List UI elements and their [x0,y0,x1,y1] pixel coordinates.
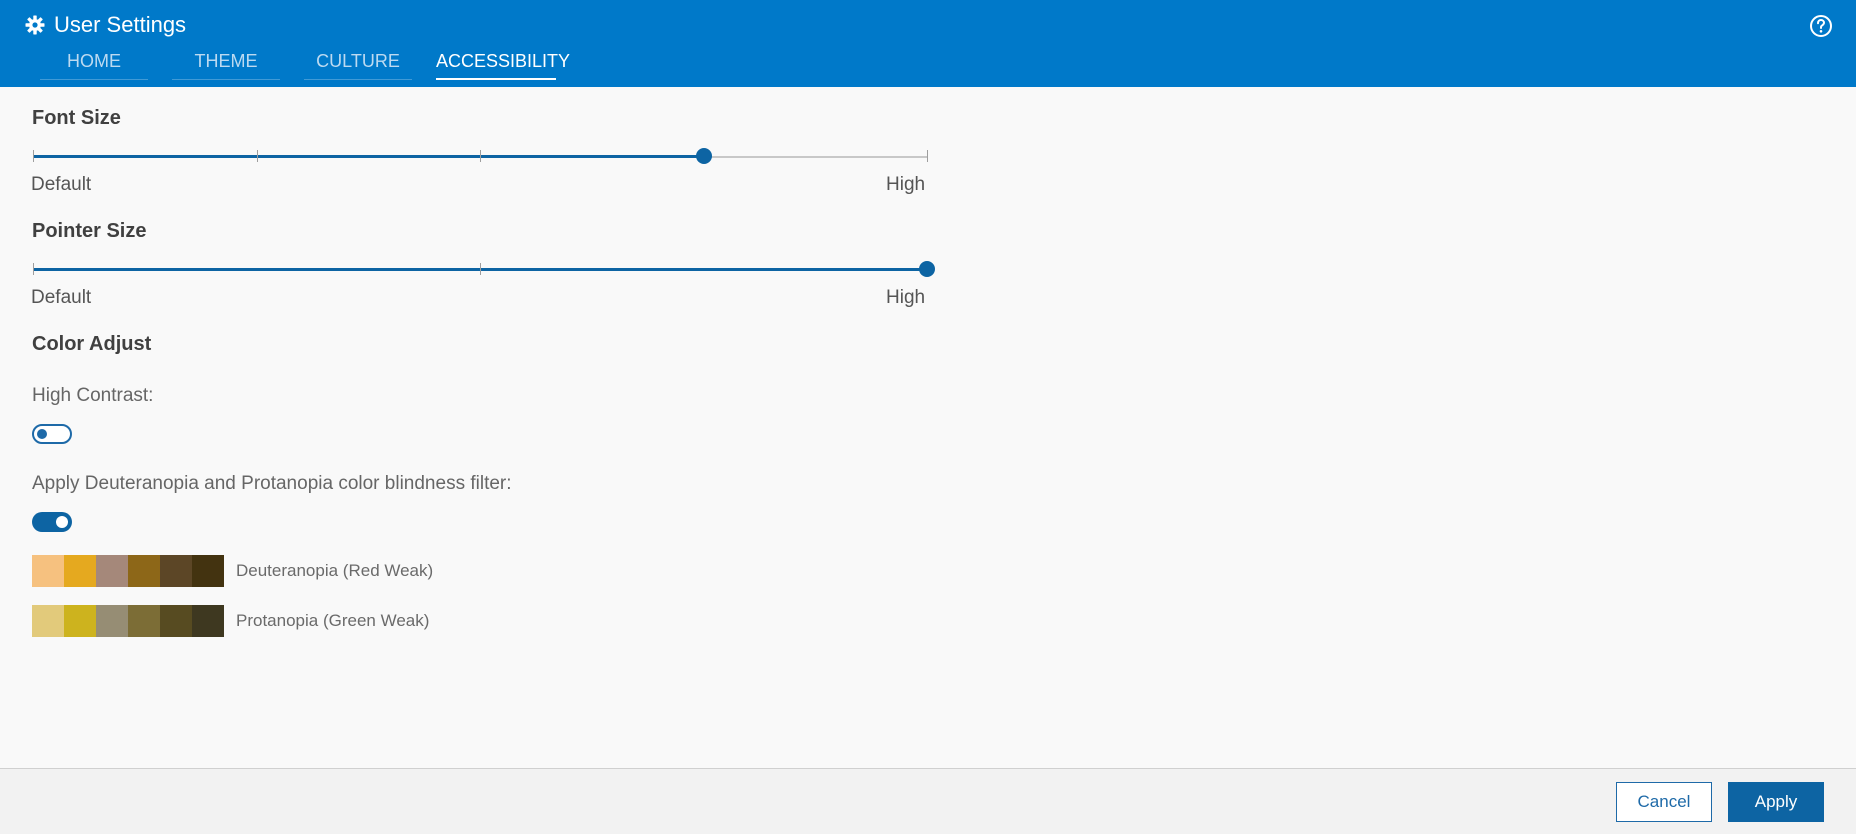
pointer-size-min-label: Default [31,287,92,308]
accessibility-panel: Font Size Default High Pointer Size Defa… [0,87,1856,769]
high-contrast-toggle[interactable] [32,424,72,444]
title-area: User Settings [25,10,186,40]
slider-tick [480,150,481,162]
color-swatch [96,605,128,637]
color-blind-filter-toggle[interactable] [32,512,72,532]
pointer-size-max-label: High [886,287,926,308]
color-swatch [64,605,96,637]
color-adjust-heading: Color Adjust [32,333,152,355]
color-blind-filter-label: Apply Deuteranopia and Protanopia color … [32,473,512,494]
high-contrast-label: High Contrast: [32,385,154,406]
color-swatch [160,555,192,587]
slider-tick [480,263,481,275]
footer-bar: Cancel Apply [0,768,1856,834]
color-swatch [64,555,96,587]
color-swatch [96,555,128,587]
color-swatch [32,605,64,637]
slider-tick [927,150,928,162]
tab-home[interactable]: HOME [40,50,148,80]
toggle-knob [56,516,68,528]
font-size-heading: Font Size [32,107,121,129]
font-size-slider[interactable] [33,146,928,168]
color-swatch [192,605,224,637]
color-swatch [128,605,160,637]
pointer-size-heading: Pointer Size [32,220,147,242]
tab-bar: HOME THEME CULTURE ACCESSIBILITY [40,50,570,82]
slider-thumb[interactable] [696,148,712,164]
tab-accessibility[interactable]: ACCESSIBILITY [436,50,570,80]
header-bar: User Settings HOME THEME CULTURE ACCESSI… [0,0,1856,87]
toggle-knob [37,429,47,439]
protanopia-palette: Protanopia (Green Weak) [32,605,429,637]
font-size-min-label: Default [31,174,92,195]
slider-tick [257,150,258,162]
deuteranopia-palette: Deuteranopia (Red Weak) [32,555,433,587]
color-swatch [192,555,224,587]
user-settings-dialog: User Settings HOME THEME CULTURE ACCESSI… [0,0,1856,834]
protanopia-label: Protanopia (Green Weak) [236,611,430,630]
app-title: User Settings [54,12,187,37]
slider-thumb[interactable] [919,261,935,277]
deuteranopia-label: Deuteranopia (Red Weak) [236,561,434,580]
slider-tick [33,150,34,162]
slider-fill [33,155,704,158]
deuteranopia-swatches [32,555,224,587]
apply-button[interactable]: Apply [1728,782,1824,822]
help-icon[interactable] [1809,14,1833,38]
protanopia-swatches [32,605,224,637]
font-size-max-label: High [886,174,926,195]
color-swatch [128,555,160,587]
color-swatch [160,605,192,637]
cancel-button[interactable]: Cancel [1616,782,1712,822]
pointer-size-slider[interactable] [33,259,935,281]
color-swatch [32,555,64,587]
slider-tick [33,263,34,275]
gear-icon [25,15,45,35]
tab-theme[interactable]: THEME [172,50,280,80]
tab-culture[interactable]: CULTURE [304,50,412,80]
